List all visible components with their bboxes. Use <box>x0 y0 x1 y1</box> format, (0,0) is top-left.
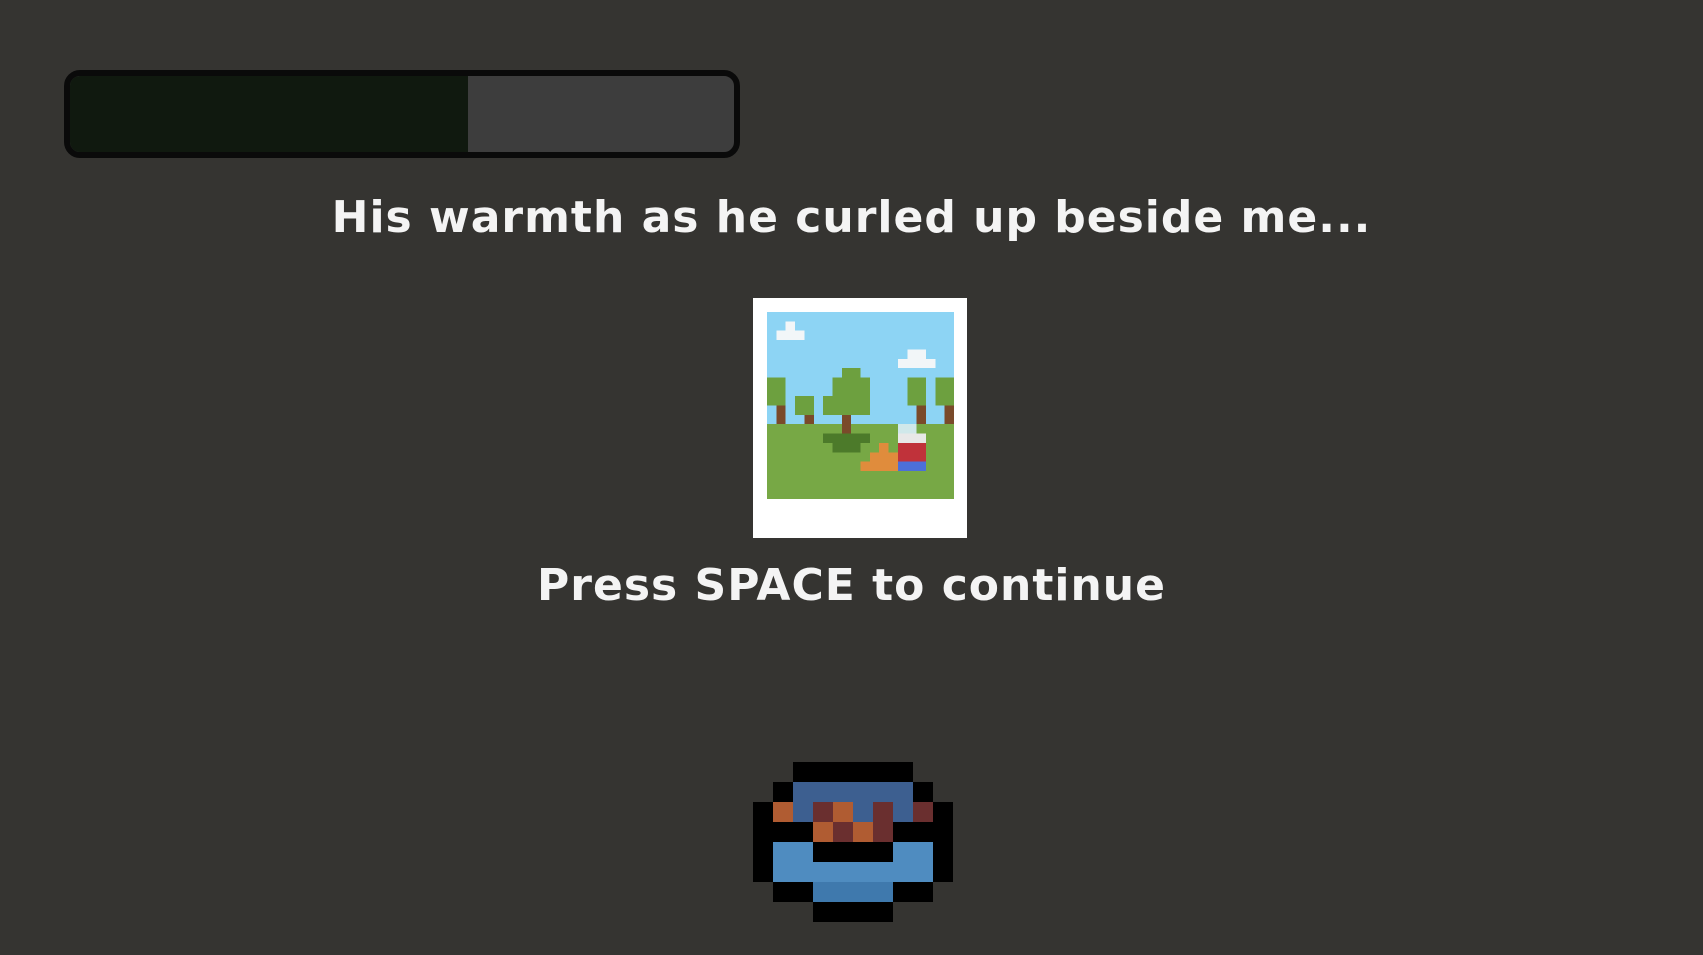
memory-scene-picture <box>767 312 954 499</box>
polaroid-photo-icon <box>753 298 967 538</box>
memory-progress-bar <box>64 70 740 158</box>
memory-progress-fill <box>70 76 469 152</box>
continue-prompt: Press SPACE to continue <box>537 560 1166 611</box>
player-character-icon <box>753 762 953 942</box>
memory-dialogue-text: His warmth as he curled up beside me... <box>331 192 1372 243</box>
